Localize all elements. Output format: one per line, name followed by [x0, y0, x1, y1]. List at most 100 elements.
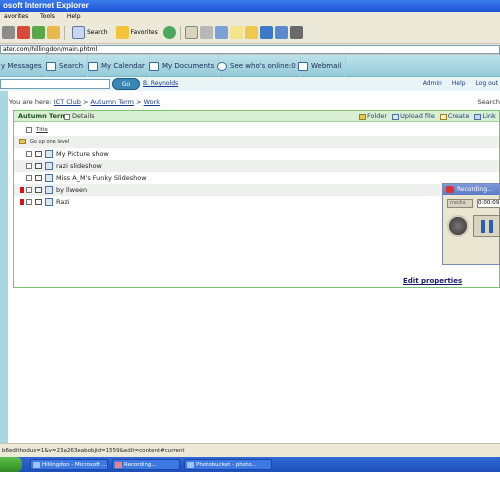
breadcrumb-ict-club[interactable]: ICT Club — [54, 98, 81, 106]
breadcrumb-separator: > — [136, 98, 142, 106]
address-input[interactable]: ater.com/hillingdon/main.phtml — [0, 45, 500, 54]
folder-icon — [359, 113, 366, 120]
file-name[interactable]: razi slideshow — [56, 160, 102, 172]
details-checkbox[interactable] — [64, 113, 70, 120]
stop-icon[interactable] — [17, 26, 30, 39]
menu-favorites[interactable]: avorites — [4, 12, 28, 22]
address-bar: ater.com/hillingdon/main.phtml — [0, 44, 500, 55]
menu-tools[interactable]: Tools — [40, 12, 55, 22]
taskbar-item-ie-label: Hillingdon - Microsoft ... — [42, 462, 108, 468]
slideshow-file-icon — [45, 198, 53, 206]
row-menu-dropdown[interactable] — [35, 187, 42, 193]
go-up-label[interactable]: Go up one level — [30, 136, 69, 148]
row-checkbox[interactable] — [26, 151, 32, 157]
help-link[interactable]: Help — [452, 80, 466, 87]
row-checkbox[interactable] — [26, 199, 32, 205]
nav-search[interactable]: Search — [42, 55, 89, 77]
file-name[interactable]: Miss A_M's Funky Slideshow — [56, 172, 147, 184]
photo-icon[interactable] — [274, 26, 288, 39]
nav-my-documents[interactable]: My Documents — [145, 55, 220, 77]
row-menu-dropdown[interactable] — [35, 199, 42, 205]
file-name[interactable]: Razi — [56, 196, 70, 208]
link-action[interactable]: Link — [474, 111, 496, 122]
recording-title-bar[interactable]: Recording... — [443, 184, 499, 195]
table-row[interactable]: Miss A_M's Funky Slideshow — [14, 172, 499, 184]
documents-icon — [149, 61, 159, 71]
edit-properties-link[interactable]: Edit properties — [403, 277, 462, 285]
tools-icon[interactable] — [289, 26, 303, 39]
row-checkbox[interactable] — [26, 163, 32, 169]
refresh-icon[interactable] — [32, 26, 45, 39]
upload-icon — [392, 113, 400, 120]
details-toggle[interactable]: Details — [64, 111, 95, 122]
recording-source-select[interactable]: media — [447, 199, 473, 208]
note-icon[interactable] — [229, 26, 243, 39]
upload-file-action[interactable]: Upload file — [392, 111, 435, 122]
select-all-checkbox[interactable] — [26, 127, 32, 133]
folder-panel-header: Autumn Term Details Folder Upload file C… — [14, 111, 499, 122]
mail-icon[interactable] — [184, 26, 198, 39]
search-button-label: Search — [87, 29, 108, 36]
calendar-icon — [88, 61, 98, 71]
folder-up-icon — [19, 139, 26, 144]
row-menu-dropdown[interactable] — [35, 163, 42, 169]
nav-webmail[interactable]: Webmail — [294, 55, 347, 77]
breadcrumb-autumn-term[interactable]: Autumn Term — [90, 98, 134, 106]
folder-title: Autumn Term — [18, 112, 68, 120]
pause-icon — [489, 220, 493, 233]
new-folder-label: Folder — [367, 112, 388, 120]
title-column-header[interactable]: Title — [36, 124, 48, 136]
page-search-link[interactable]: Search — [478, 98, 500, 106]
favorites-button-label: Favorites — [130, 29, 158, 36]
history-icon[interactable] — [162, 26, 176, 39]
record-button[interactable] — [447, 215, 469, 237]
nav-my-messages[interactable]: y Messages — [0, 55, 47, 77]
print-icon[interactable] — [199, 26, 213, 39]
search-button[interactable]: Search — [69, 26, 111, 39]
site-search-input[interactable] — [0, 79, 110, 89]
taskbar-item-photobucket[interactable]: Photobucket - photo... — [184, 459, 272, 470]
go-button-label: Go — [121, 81, 131, 88]
row-menu-dropdown[interactable] — [35, 175, 42, 181]
new-folder-action[interactable]: Folder — [359, 111, 387, 122]
edit-icon[interactable] — [214, 26, 228, 39]
taskbar-item-recording[interactable]: Recording... — [112, 459, 180, 470]
home-icon[interactable] — [47, 26, 60, 39]
breadcrumb-work[interactable]: Work — [144, 98, 160, 106]
row-checkbox[interactable] — [26, 187, 32, 193]
start-button[interactable] — [0, 457, 22, 472]
taskbar-item-photobucket-label: Photobucket - photo... — [196, 462, 257, 468]
file-name[interactable]: by llween — [56, 184, 87, 196]
nav-whos-online[interactable]: See who's online:0 — [213, 55, 301, 77]
create-action[interactable]: Create — [439, 111, 469, 122]
link-label: Link — [482, 112, 496, 120]
forward-icon[interactable] — [2, 26, 15, 39]
go-up-row[interactable]: Go up one level — [14, 136, 499, 148]
taskbar-item-ie[interactable]: Hillingdon - Microsoft ... — [30, 459, 108, 470]
search-icon — [72, 26, 85, 39]
nav-my-calendar[interactable]: My Calendar — [84, 55, 150, 77]
admin-link[interactable]: Admin — [423, 80, 442, 87]
favorites-button[interactable]: Favorites — [113, 26, 161, 39]
table-row[interactable]: razi slideshow — [14, 160, 499, 172]
messenger-icon[interactable] — [259, 26, 273, 39]
record-icon — [446, 186, 454, 193]
pause-button[interactable] — [473, 215, 500, 237]
menu-help[interactable]: Help — [67, 12, 81, 22]
nav-webmail-label: Webmail — [311, 62, 342, 70]
nav-my-documents-label: My Documents — [162, 62, 215, 70]
table-row[interactable]: by llween — [14, 184, 499, 196]
row-checkbox[interactable] — [26, 175, 32, 181]
row-menu-dropdown[interactable] — [35, 151, 42, 157]
upload-file-label: Upload file — [400, 112, 435, 120]
logout-link[interactable]: Log out — [476, 80, 498, 87]
file-name[interactable]: My Picture show — [56, 148, 109, 160]
table-row[interactable]: My Picture show — [14, 148, 499, 160]
status-text: b6edithodus=1&v=23a263eabobjid=1559&edit… — [2, 448, 185, 454]
site-nav: y Messages Search My Calendar My Documen… — [0, 55, 500, 77]
table-row[interactable]: Razi — [14, 196, 499, 208]
folder-icon[interactable] — [244, 26, 258, 39]
go-button[interactable]: Go — [112, 78, 140, 90]
folder-panel: Autumn Term Details Folder Upload file C… — [13, 110, 500, 288]
user-name-link[interactable]: B. Reynolds — [143, 80, 178, 87]
